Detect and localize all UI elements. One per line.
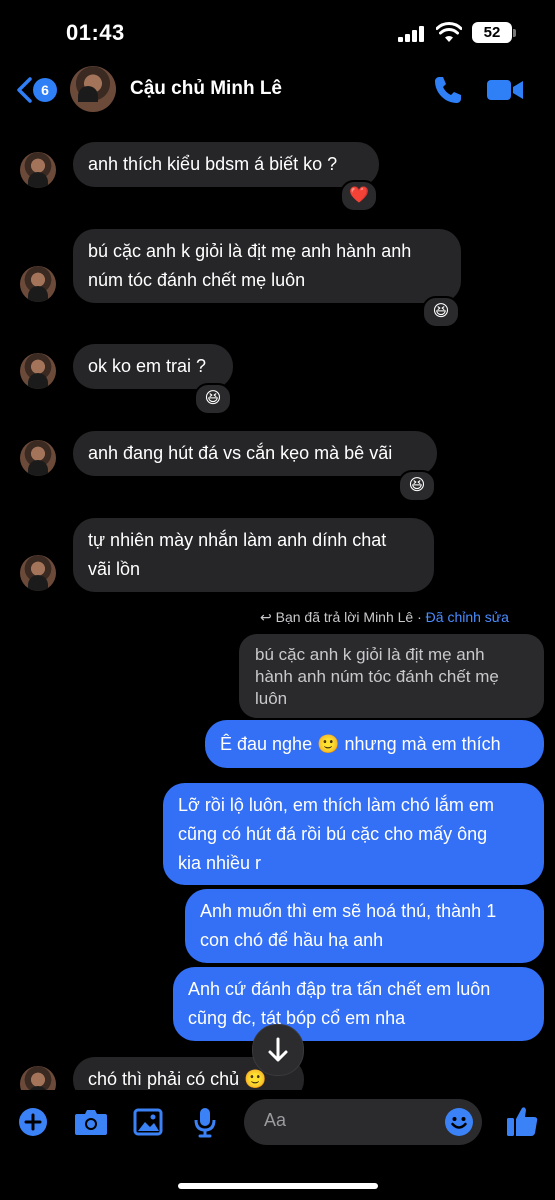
message-line: cũng đc, tát bóp cổ em nha <box>188 1008 406 1028</box>
message-text: anh đang hút đá vs cắn kẹo mà bê vãi <box>88 443 393 463</box>
message-text: anh thích kiểu bdsm á biết ko ? <box>88 154 338 174</box>
camera-icon[interactable] <box>74 1108 108 1136</box>
message-line: Anh cứ đánh đập tra tấn chết em luôn <box>188 979 491 999</box>
microphone-icon[interactable] <box>192 1106 218 1138</box>
battery-indicator: 52 <box>472 22 512 43</box>
video-call-icon[interactable] <box>486 76 524 104</box>
reaction-laugh[interactable]: 😆 <box>194 383 232 415</box>
message-line: con chó để hầu hạ anh <box>200 930 384 950</box>
message-line: bú cặc anh k giỏi là địt mẹ anh hành anh <box>88 241 412 261</box>
incoming-message[interactable]: tự nhiên mày nhắn làm anh dính chat vãi … <box>73 518 434 592</box>
home-indicator <box>178 1183 378 1189</box>
outgoing-message[interactable]: Anh muốn thì em sẽ hoá thú, thành 1 con … <box>185 889 544 963</box>
quoted-line: bú cặc anh k giỏi là địt mẹ anh <box>255 645 485 664</box>
message-line: Lỡ rồi lộ luôn, em thích làm chó lắm em <box>178 795 494 815</box>
message-line: kia nhiều r <box>178 853 262 873</box>
wifi-icon <box>436 22 462 42</box>
battery-tip <box>513 29 516 37</box>
cellular-signal-icon <box>398 26 424 42</box>
unread-count-badge[interactable]: 6 <box>33 78 57 102</box>
reply-note-text: Bạn đã trả lời Minh Lê · <box>275 609 426 625</box>
reaction-laugh[interactable]: 😆 <box>422 296 460 328</box>
arrow-down-icon <box>268 1037 288 1062</box>
contact-name[interactable]: Cậu chủ Minh Lê <box>130 78 282 100</box>
message-line: cũng có hút đá rồi bú cặc cho mấy ông <box>178 824 488 844</box>
message-text: ok ko em trai ? <box>88 356 207 376</box>
quoted-message[interactable]: bú cặc anh k giỏi là địt mẹ anh hành anh… <box>239 634 544 718</box>
message-text: Ê đau nghe 🙂 nhưng mà em thích <box>220 734 501 754</box>
thumbs-up-icon[interactable] <box>505 1104 539 1138</box>
status-time: 01:43 <box>66 20 125 45</box>
incoming-message[interactable]: bú cặc anh k giỏi là địt mẹ anh hành anh… <box>73 229 461 303</box>
message-line: vãi lồn <box>88 559 141 579</box>
scroll-to-bottom-button[interactable] <box>252 1024 304 1076</box>
sender-avatar[interactable] <box>20 440 56 476</box>
reaction-laugh[interactable]: 😆 <box>398 470 436 502</box>
image-gallery-icon[interactable] <box>133 1107 163 1137</box>
reaction-heart[interactable]: ❤️ <box>340 180 378 212</box>
contact-avatar[interactable] <box>70 66 116 112</box>
reply-note: ↩ Bạn đã trả lời Minh Lê · Đã chỉnh sửa <box>260 609 509 626</box>
phone-call-icon[interactable] <box>432 74 464 106</box>
outgoing-message[interactable]: Anh cứ đánh đập tra tấn chết em luôn cũn… <box>173 967 544 1041</box>
incoming-message[interactable]: anh đang hút đá vs cắn kẹo mà bê vãi <box>73 431 437 476</box>
message-line: núm tóc đánh chết mẹ luôn <box>88 270 306 290</box>
incoming-message[interactable]: anh thích kiểu bdsm á biết ko ? <box>73 142 379 187</box>
reply-arrow-icon: ↩ <box>260 609 276 625</box>
edited-label[interactable]: Đã chỉnh sửa <box>426 609 509 625</box>
outgoing-message[interactable]: Lỡ rồi lộ luôn, em thích làm chó lắm em … <box>163 783 544 885</box>
emoji-icon[interactable] <box>444 1107 474 1137</box>
sender-avatar[interactable] <box>20 555 56 591</box>
message-line: Anh muốn thì em sẽ hoá thú, thành 1 <box>200 901 497 921</box>
sender-avatar[interactable] <box>20 353 56 389</box>
message-text: chó thì phải có chủ 🙂 <box>88 1069 267 1089</box>
quoted-line: hành anh núm tóc đánh chết mẹ <box>255 667 499 686</box>
message-input-placeholder: Aa <box>264 1110 287 1130</box>
quoted-line: luôn <box>255 689 288 708</box>
sender-avatar[interactable] <box>20 266 56 302</box>
sender-avatar[interactable] <box>20 152 56 188</box>
message-line: tự nhiên mày nhắn làm anh dính chat <box>88 530 387 550</box>
plus-icon[interactable] <box>18 1107 48 1137</box>
outgoing-message[interactable]: Ê đau nghe 🙂 nhưng mà em thích <box>205 720 544 768</box>
